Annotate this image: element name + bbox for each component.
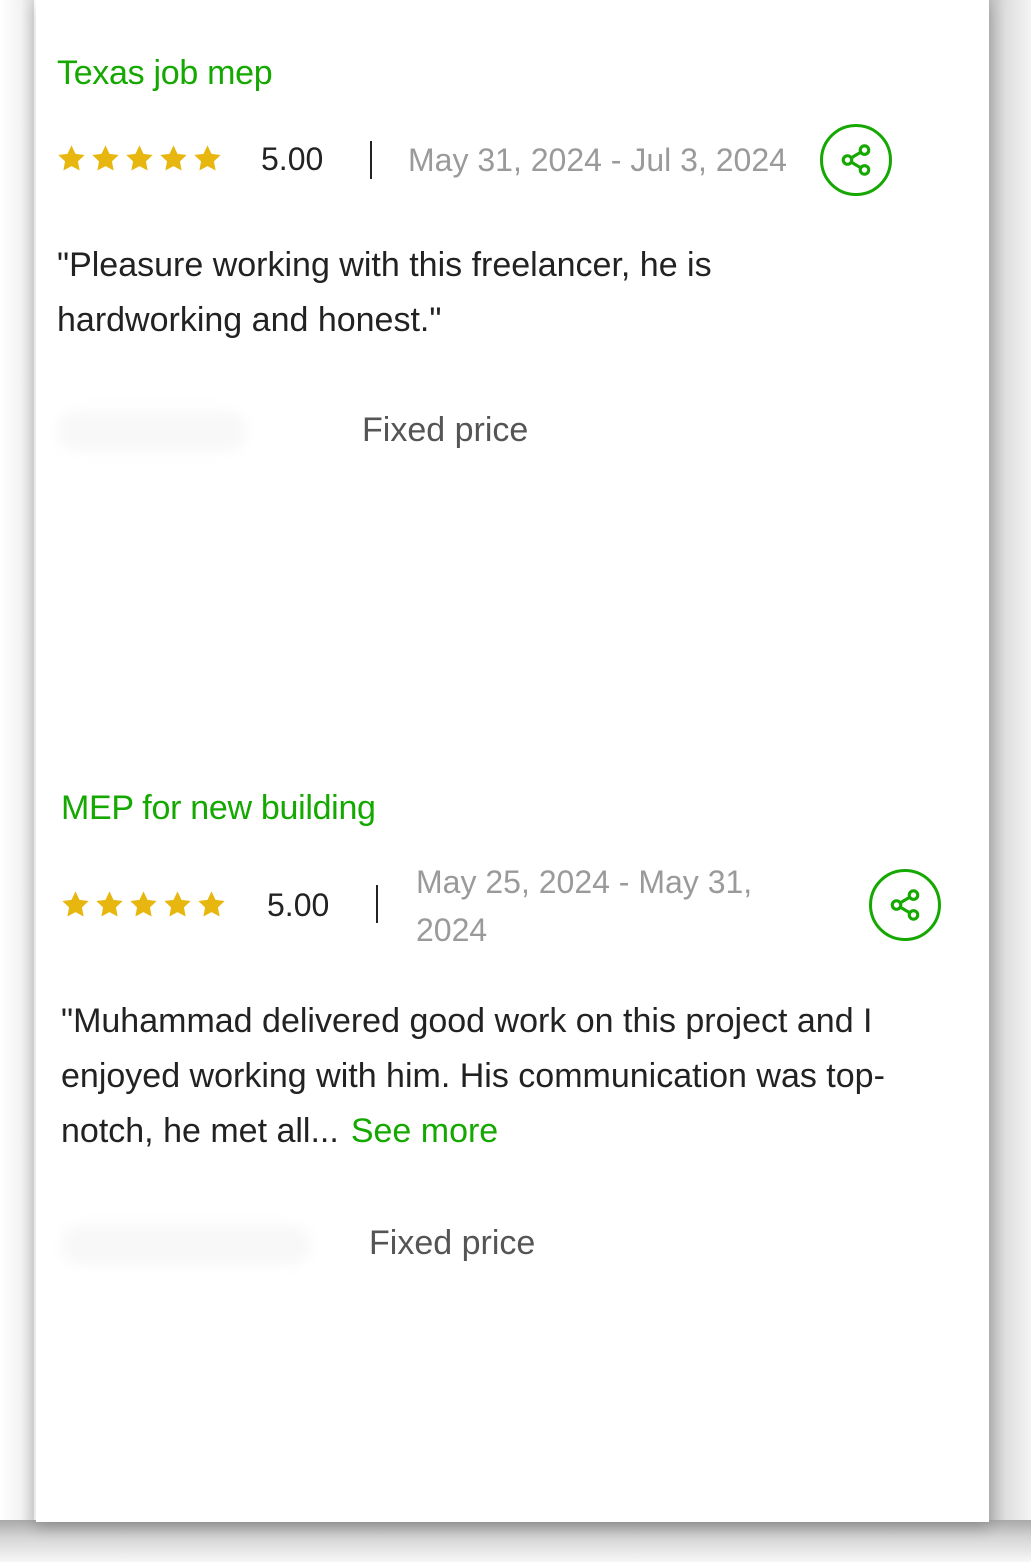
star-rating — [60, 889, 227, 920]
star-icon — [62, 891, 89, 917]
star-icon — [126, 145, 153, 171]
contract-dates: May 31, 2024 - Jul 3, 2024 — [408, 142, 787, 178]
blurred-amount — [57, 411, 247, 451]
review-comment: "Pleasure working with this freelancer, … — [57, 238, 877, 348]
share-icon — [841, 144, 871, 176]
share-icon — [890, 889, 920, 921]
star-icon — [58, 145, 85, 171]
contract-type: Fixed price — [362, 411, 529, 449]
share-button[interactable] — [820, 124, 892, 196]
star-icon — [96, 891, 123, 917]
star-rating — [56, 143, 223, 174]
rating-value: 5.00 — [261, 141, 324, 177]
blurred-amount — [61, 1225, 311, 1265]
background-edge-right — [989, 0, 1031, 1562]
contract-dates: May 25, 2024 - May 31, 2024 — [416, 864, 753, 948]
rating-value: 5.00 — [267, 887, 330, 923]
review-title[interactable]: MEP for new building — [61, 789, 376, 828]
divider — [376, 885, 378, 923]
star-icon — [198, 891, 225, 917]
contract-type: Fixed price — [369, 1224, 536, 1262]
review-comment: "Muhammad delivered good work on this pr… — [61, 994, 961, 1159]
star-icon — [130, 891, 157, 917]
star-icon — [164, 891, 191, 917]
star-icon — [194, 145, 221, 171]
review-title[interactable]: Texas job mep — [57, 54, 273, 93]
see-more-link[interactable]: See more — [351, 1112, 498, 1150]
review-comment-text: "Pleasure working with this freelancer, … — [57, 246, 712, 339]
reviews-card: Texas job mep 5.00 May 31, 2024 - Jul 3,… — [36, 0, 989, 1522]
page: Texas job mep 5.00 May 31, 2024 - Jul 3,… — [0, 0, 1031, 1562]
share-button[interactable] — [869, 869, 941, 941]
background-edge-left — [0, 0, 34, 1562]
star-icon — [160, 145, 187, 171]
divider — [370, 141, 372, 179]
background-edge-bottom — [0, 1520, 1031, 1562]
star-icon — [92, 145, 119, 171]
